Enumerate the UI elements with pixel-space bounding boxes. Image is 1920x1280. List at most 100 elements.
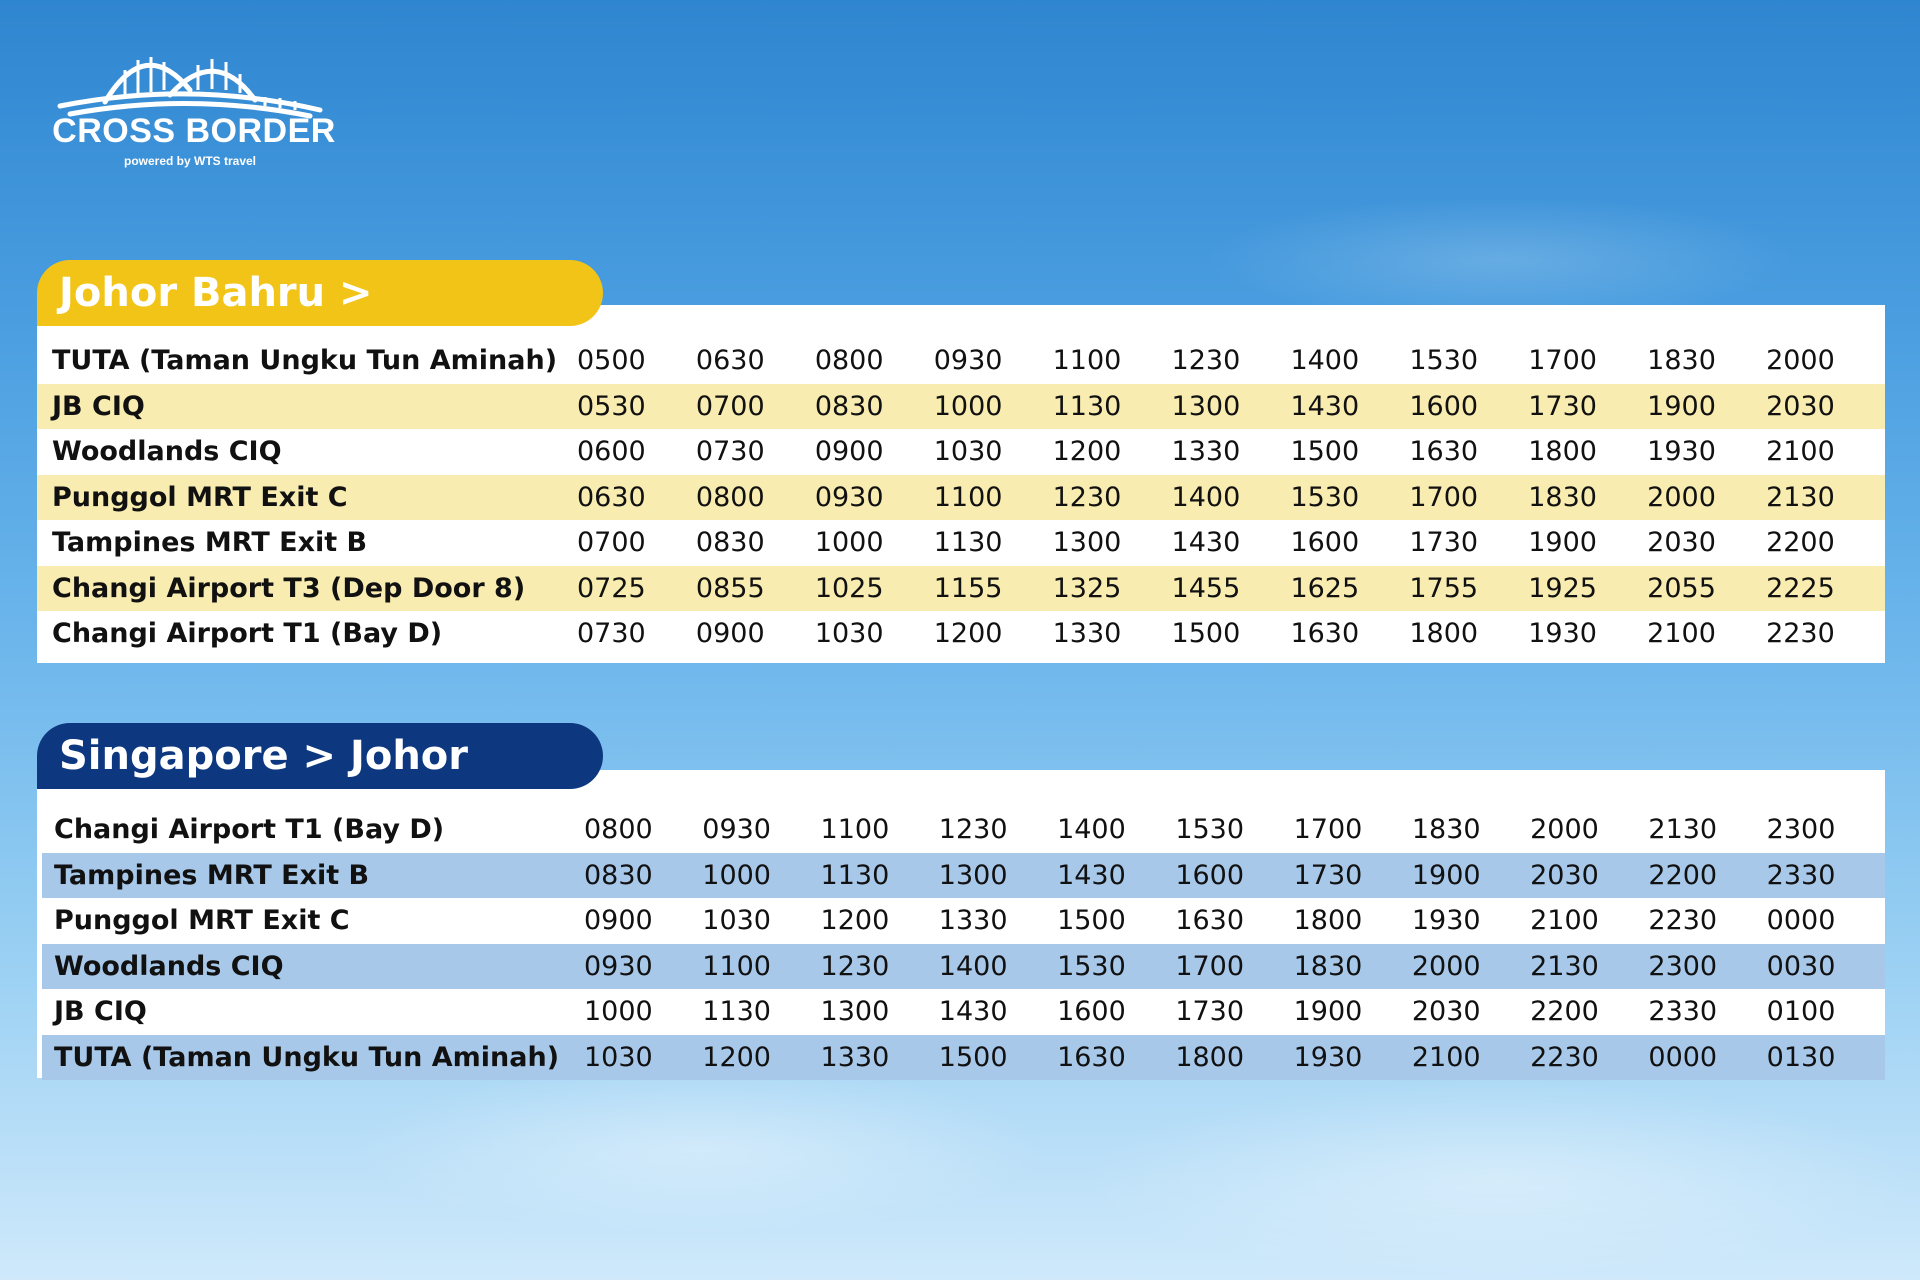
departure-time: 2230 [1530, 1034, 1649, 1080]
departure-time: 1930 [1647, 436, 1716, 468]
departure-time: 0530 [577, 383, 696, 429]
departure-time: 1030 [584, 1034, 703, 1080]
timetable-row: Tampines MRT Exit B 0830 1000 1130 1300 1430 1… [42, 852, 1885, 898]
departure-time: 1600 [1290, 527, 1360, 559]
stop-name: JB CIQ [54, 996, 147, 1028]
timetable-row: Woodlands CIQ 0930 1100 1230 1400 1530 1700 183… [42, 943, 1885, 989]
departure-time: 1700 [1293, 814, 1363, 846]
departure-time: 0500 [577, 345, 646, 377]
departure-time: 1300 [938, 852, 1058, 898]
departure-time: 1530 [1057, 943, 1176, 989]
departure-time: 2130 [1648, 814, 1718, 846]
departure-time: 1700 [1409, 474, 1529, 520]
departure-time: 1030 [702, 905, 771, 937]
departure-time: 1130 [702, 996, 771, 1028]
departure-time: 1500 [1057, 905, 1126, 937]
departure-time: 1730 [1409, 527, 1479, 559]
departure-time: 1455 [1171, 565, 1291, 611]
stop-name: Woodlands CIQ [42, 943, 584, 989]
departure-time: 0830 [695, 527, 765, 559]
departure-time: 1530 [1409, 345, 1479, 377]
departure-time: 1900 [1647, 383, 1767, 429]
brand-name: CROSS BORDER [52, 112, 336, 150]
stop-name: Punggol MRT Exit C [54, 905, 350, 937]
departure-time: 1700 [1528, 345, 1597, 377]
stop-name: JB CIQ [37, 383, 577, 429]
timetable-row: Changi Airport T1 (Bay D) 0730 0900 1030 120… [37, 611, 1885, 657]
jb-to-sg-title: Johor Bahru > Singapore [37, 260, 603, 382]
departure-time: 1100 [820, 814, 890, 846]
departure-time: 0800 [814, 345, 884, 377]
departure-time: 1200 [1052, 436, 1122, 468]
departure-time: 0930 [814, 474, 934, 520]
departure-time: 0630 [577, 474, 696, 520]
departure-time: 1000 [584, 996, 653, 1028]
departure-time: 1300 [1052, 527, 1122, 559]
departure-time: 2055 [1647, 565, 1767, 611]
departure-time: 1330 [820, 1034, 939, 1080]
departure-time: 2000 [1766, 345, 1835, 377]
departure-time: 1230 [820, 943, 939, 989]
departure-time: 0000 [1648, 1034, 1767, 1080]
departure-time: 1230 [1052, 474, 1172, 520]
departure-time: 2300 [1648, 943, 1767, 989]
departure-time: 1930 [1293, 1034, 1412, 1080]
departure-time: 2200 [1766, 527, 1835, 559]
departure-time: 1800 [1409, 618, 1479, 650]
stop-name: Woodlands CIQ [52, 436, 282, 468]
departure-time: 2100 [1647, 618, 1716, 650]
departure-time: 1430 [1057, 852, 1176, 898]
departure-time: 0800 [584, 814, 653, 846]
departure-time: 1925 [1528, 565, 1648, 611]
departure-time: 1130 [1052, 383, 1172, 429]
timetable-row: Punggol MRT Exit C 0900 1030 1200 1330 1500 16… [42, 898, 1885, 944]
departure-time: 1900 [1528, 527, 1597, 559]
departure-time: 1030 [933, 436, 1003, 468]
departure-time: 0900 [695, 618, 765, 650]
departure-time: 1830 [1411, 814, 1481, 846]
departure-time: 1100 [933, 474, 1053, 520]
departure-time: 0855 [695, 565, 815, 611]
departure-time: 1600 [1057, 996, 1126, 1028]
departure-time: 2130 [1766, 474, 1885, 520]
departure-time: 1400 [938, 943, 1058, 989]
departure-time: 1930 [1411, 905, 1481, 937]
departure-time: 1630 [1290, 618, 1360, 650]
timetable-row: TUTA (Taman Ungku Tun Aminah) 1030 1200 133… [42, 1034, 1885, 1080]
departure-time: 1630 [1175, 905, 1245, 937]
departure-time: 1500 [1290, 436, 1360, 468]
timetable-row: Tampines MRT Exit B 0700 0830 1000 1130 1300 1… [37, 520, 1885, 566]
departure-time: 1900 [1293, 996, 1363, 1028]
stop-name: Punggol MRT Exit C [37, 474, 577, 520]
timetable-row: JB CIQ 1000 1130 1300 1430 1600 1730 1900 2030 22… [42, 989, 1885, 1035]
departure-time: 1230 [938, 814, 1008, 846]
departure-time: 1730 [1528, 383, 1648, 429]
departure-time: 1600 [1175, 852, 1294, 898]
departure-time: 2300 [1766, 814, 1836, 846]
stop-name: Tampines MRT Exit B [52, 527, 368, 559]
sg-to-jb-title: Singapore > Johor Bahru [37, 723, 603, 845]
departure-time: 1700 [1175, 943, 1294, 989]
departure-time: 1830 [1528, 474, 1648, 520]
departure-time: 1330 [1171, 436, 1241, 468]
departure-time: 1000 [814, 527, 884, 559]
departure-time: 2000 [1647, 474, 1767, 520]
departure-time: 1625 [1290, 565, 1410, 611]
brand-tagline: powered by WTS travel [123, 154, 257, 168]
departure-time: 0630 [695, 345, 765, 377]
bridge-icon [57, 57, 323, 119]
departure-time: 1000 [933, 383, 1053, 429]
departure-time: 1500 [1171, 618, 1241, 650]
departure-time: 1200 [702, 1034, 821, 1080]
stop-name: Tampines MRT Exit B [42, 852, 584, 898]
departure-time: 1930 [1528, 618, 1597, 650]
stop-name: TUTA (Taman Ungku Tun Aminah) [52, 345, 558, 377]
departure-time: 1230 [1171, 345, 1241, 377]
departure-time: 0930 [584, 943, 703, 989]
departure-time: 0130 [1766, 1034, 1885, 1080]
timetable-row: Punggol MRT Exit C 0630 0800 0930 1100 1230 14… [37, 474, 1885, 520]
departure-time: 1155 [933, 565, 1053, 611]
departure-time: 1730 [1293, 852, 1412, 898]
stop-name: Changi Airport T3 (Dep Door 8) [37, 565, 577, 611]
departure-time: 1130 [820, 852, 939, 898]
